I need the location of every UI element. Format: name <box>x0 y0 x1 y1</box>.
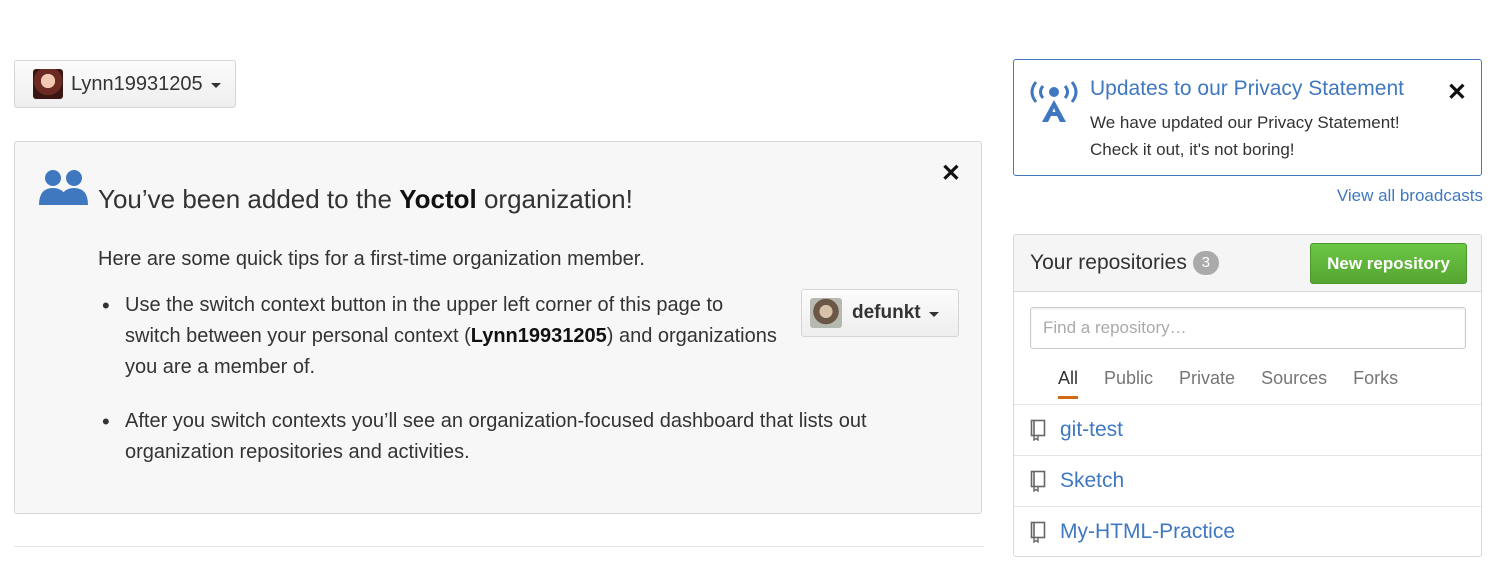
broadcast-icon <box>1030 81 1078 122</box>
new-repository-button[interactable]: New repository <box>1310 243 1467 284</box>
tab-public[interactable]: Public <box>1104 368 1153 399</box>
repository-name: git-test <box>1060 418 1124 441</box>
close-icon[interactable]: ✕ <box>1447 78 1467 107</box>
caret-down-icon <box>928 311 939 317</box>
repository-list-item[interactable]: git-test <box>1014 405 1481 456</box>
repo-icon <box>1030 470 1046 492</box>
tip-item: • Use the switch context button in the u… <box>102 293 777 378</box>
repositories-header: Your repositories 3 New repository <box>1014 235 1481 292</box>
context-username: Lynn19931205 <box>71 72 203 95</box>
repository-name: My-HTML-Practice <box>1060 520 1236 543</box>
org-notice-title: You’ve been added to the Yoctol organiza… <box>98 184 633 214</box>
caret-down-icon <box>210 82 221 88</box>
close-icon[interactable]: ✕ <box>941 162 961 186</box>
avatar <box>810 298 842 328</box>
example-context-switcher-button[interactable]: defunkt <box>801 289 959 337</box>
tab-private[interactable]: Private <box>1179 368 1235 399</box>
divider <box>14 546 984 547</box>
your-repositories-panel: Your repositories3 New repository All Pu… <box>1013 234 1482 557</box>
org-notice-intro: Here are some quick tips for a first-tim… <box>98 248 645 270</box>
repository-list-item[interactable]: My-HTML-Practice <box>1014 507 1481 556</box>
people-icon <box>39 170 88 205</box>
repository-list-item[interactable]: Sketch <box>1014 456 1481 507</box>
view-all-broadcasts-link[interactable]: View all broadcasts <box>1337 186 1483 206</box>
avatar <box>33 69 63 99</box>
broadcast-title-link[interactable]: Updates to our Privacy Statement <box>1090 77 1404 101</box>
broadcast-box: Updates to our Privacy Statement We have… <box>1013 59 1482 176</box>
repository-filter: All Public Private Sources Forks <box>1014 292 1481 405</box>
tab-forks[interactable]: Forks <box>1353 368 1398 399</box>
org-name: Yoctol <box>399 184 477 214</box>
repositories-title: Your repositories 3 <box>1030 251 1219 275</box>
repository-name: Sketch <box>1060 469 1125 492</box>
tab-sources[interactable]: Sources <box>1261 368 1327 399</box>
tab-all[interactable]: All <box>1058 368 1079 399</box>
org-added-notice: You’ve been added to the Yoctol organiza… <box>14 141 982 514</box>
repository-count-badge: 3 <box>1192 251 1219 275</box>
repository-tabs: All Public Private Sources Forks <box>1058 368 1424 399</box>
context-switcher-button[interactable]: Lynn19931205 <box>14 60 236 108</box>
tip-item: • After you switch contexts you’ll see a… <box>102 409 867 463</box>
find-repository-input[interactable] <box>1030 307 1466 349</box>
repo-icon <box>1030 521 1046 543</box>
broadcast-text: We have updated our Privacy Statement! C… <box>1090 113 1400 159</box>
repo-icon <box>1030 419 1046 441</box>
